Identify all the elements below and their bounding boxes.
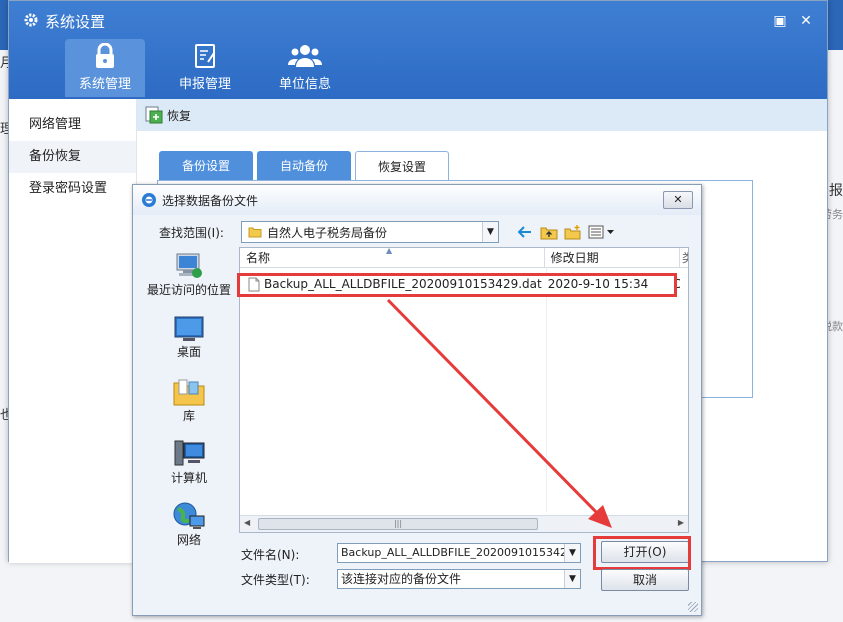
computer-icon	[174, 440, 205, 466]
column-name-label: 名称	[246, 251, 271, 265]
place-libraries[interactable]: 库	[139, 377, 239, 423]
sidebar-item-network[interactable]: 网络管理	[9, 109, 136, 141]
column-divider	[546, 268, 547, 512]
place-label: 网络	[176, 533, 201, 547]
tab-backup-settings[interactable]: 备份设置	[159, 151, 253, 181]
column-type-label: 类	[682, 248, 688, 268]
column-type[interactable]: 类	[680, 248, 688, 268]
dialog-title: 选择数据备份文件	[162, 193, 259, 208]
network-globe-icon	[173, 502, 205, 529]
open-button-highlight	[593, 536, 691, 570]
file-open-dialog: 选择数据备份文件 ✕ 查找范围(I): 自然人电子税务局备份 ▼ 最近访问的位置…	[132, 184, 702, 616]
people-icon	[288, 45, 322, 67]
lock-icon	[96, 43, 114, 68]
place-label: 计算机	[170, 471, 207, 485]
filename-input[interactable]: Backup_ALL_ALLDBFILE_20200910153429 ▼	[337, 543, 581, 563]
places-bar: 最近访问的位置 桌面 库 计算机 网络	[139, 247, 239, 547]
close-button[interactable]: ✕	[797, 13, 815, 29]
window-title-text: 系统设置	[45, 13, 106, 31]
restore-icon	[145, 106, 163, 124]
file-row-highlight	[237, 273, 677, 297]
place-label: 桌面	[176, 345, 201, 359]
place-label: 库	[182, 409, 195, 423]
place-recent[interactable]: 最近访问的位置	[139, 251, 239, 297]
look-in-label: 查找范围(I):	[159, 226, 224, 240]
breadcrumb-text: 恢复	[167, 108, 192, 123]
nav-system-management[interactable]: 系统管理	[65, 39, 145, 97]
look-in-select[interactable]: 自然人电子税务局备份 ▼	[241, 221, 499, 243]
window-title: 系统设置	[23, 11, 105, 32]
dialog-titlebar: 选择数据备份文件	[133, 185, 701, 215]
nav-label: 申报管理	[178, 77, 231, 92]
desktop-icon	[174, 316, 204, 341]
nav-unit-info[interactable]: 单位信息	[265, 39, 345, 97]
dialog-app-icon	[142, 193, 156, 207]
sidebar: 网络管理 备份恢复 登录密码设置	[9, 99, 137, 563]
resize-grip[interactable]	[688, 602, 698, 612]
breadcrumb: 恢复	[137, 99, 827, 131]
place-network[interactable]: 网络	[139, 501, 239, 547]
column-name[interactable]: 名称 ▲	[240, 246, 545, 268]
nav-declaration-management[interactable]: 申报管理	[165, 39, 245, 97]
scroll-left-icon[interactable]: ◀	[244, 518, 250, 527]
chevron-down-icon[interactable]: ▼	[564, 544, 580, 562]
filename-value: Backup_ALL_ALLDBFILE_20200910153429	[341, 546, 575, 559]
column-date-label: 修改日期	[550, 251, 599, 265]
place-desktop[interactable]: 桌面	[139, 315, 239, 359]
library-icon	[173, 379, 205, 406]
view-menu-icon[interactable]	[587, 223, 617, 241]
edit-form-icon	[195, 44, 215, 68]
chevron-down-icon[interactable]: ▼	[564, 570, 580, 588]
nav-label: 单位信息	[278, 77, 331, 92]
folder-icon	[248, 227, 262, 238]
sort-up-icon: ▲	[386, 246, 393, 255]
look-in-value: 自然人电子税务局备份	[267, 225, 388, 240]
up-folder-icon[interactable]	[539, 223, 559, 241]
maximize-button[interactable]: ▣	[771, 13, 789, 29]
sidebar-item-login-password[interactable]: 登录密码设置	[9, 173, 136, 205]
new-folder-icon[interactable]	[563, 223, 583, 241]
dialog-toolbar	[515, 223, 617, 241]
horizontal-scrollbar[interactable]: ◀ ||| ▶	[240, 515, 688, 532]
chevron-down-icon[interactable]: ▼	[482, 222, 498, 242]
filetype-select[interactable]: 该连接对应的备份文件 ▼	[337, 569, 581, 589]
gear-icon	[23, 12, 39, 32]
tab-restore-settings[interactable]: 恢复设置	[355, 151, 449, 181]
tab-bar: 备份设置 自动备份 恢复设置	[159, 151, 449, 181]
filename-label: 文件名(N):	[241, 548, 300, 562]
scroll-right-icon[interactable]: ▶	[678, 518, 684, 527]
scrollbar-thumb[interactable]: |||	[258, 518, 538, 530]
filetype-value: 该连接对应的备份文件	[341, 572, 462, 586]
recent-places-icon	[176, 253, 202, 278]
cancel-button[interactable]: 取消	[601, 569, 689, 591]
place-computer[interactable]: 计算机	[139, 439, 239, 485]
filetype-label: 文件类型(T):	[241, 573, 310, 587]
window-header: 系统设置 ▣ ✕ 系统管理 申报管理 单位信息	[9, 1, 827, 99]
place-label: 最近访问的位置	[146, 283, 231, 297]
tab-auto-backup[interactable]: 自动备份	[257, 151, 351, 181]
nav-label: 系统管理	[78, 77, 131, 92]
dialog-close-button[interactable]: ✕	[663, 191, 693, 209]
back-arrow-icon[interactable]	[515, 223, 535, 241]
sidebar-item-backup-restore[interactable]: 备份恢复	[9, 141, 136, 173]
column-date[interactable]: 修改日期	[545, 248, 680, 268]
file-list-header: 名称 ▲ 修改日期 类	[240, 246, 688, 268]
